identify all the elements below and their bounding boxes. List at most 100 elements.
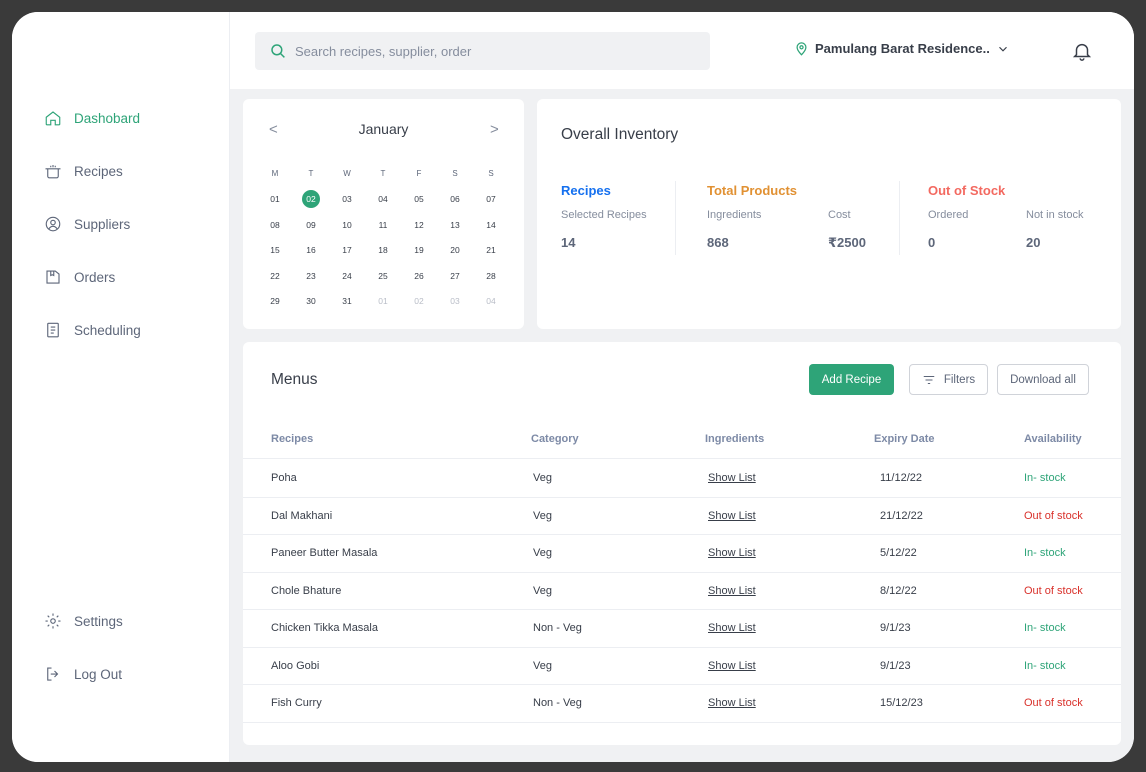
calendar-day[interactable]: 01: [257, 189, 293, 209]
sidebar-item-dashboard[interactable]: Dashobard: [44, 106, 140, 130]
calendar-day[interactable]: 03: [329, 189, 365, 209]
column-header-ingredients[interactable]: Ingredients: [705, 433, 764, 445]
sidebar-item-scheduling[interactable]: Scheduling: [44, 318, 141, 342]
day-number: 02: [302, 190, 320, 209]
calendar-day[interactable]: 02: [293, 189, 329, 209]
search-bar[interactable]: [255, 32, 710, 70]
add-recipe-button[interactable]: Add Recipe: [809, 364, 894, 395]
availability-status: Out of stock: [1024, 697, 1083, 709]
column-header-availability[interactable]: Availability: [1024, 433, 1082, 445]
availability-status: Out of stock: [1024, 584, 1083, 597]
expiry-date: 15/12/23: [880, 697, 923, 709]
calendar-day[interactable]: 19: [401, 240, 437, 260]
calendar-day[interactable]: 14: [473, 215, 509, 235]
sidebar-item-recipes[interactable]: Recipes: [44, 159, 123, 183]
show-list-link[interactable]: Show List: [708, 585, 756, 597]
calendar-day[interactable]: 16: [293, 240, 329, 260]
calendar-day[interactable]: 05: [401, 189, 437, 209]
top-bar: Pamulang Barat Residence..: [230, 12, 1134, 89]
show-list-link[interactable]: Show List: [708, 510, 756, 522]
calendar-day[interactable]: 04: [365, 189, 401, 209]
availability-status: In- stock: [1024, 547, 1066, 559]
sidebar-item-settings[interactable]: Settings: [44, 609, 123, 633]
table-row[interactable]: Aloo Gobi Veg Show List 9/1/23 In- stock: [243, 648, 1121, 685]
calendar-day[interactable]: 09: [293, 215, 329, 235]
expiry-date: 21/12/22: [880, 509, 923, 522]
calendar-day[interactable]: 10: [329, 215, 365, 235]
table-row[interactable]: Poha Veg Show List 11/12/22 In- stock: [243, 460, 1121, 498]
calendar-card: < January > M T W T F S S 01 02 03 04 05 06 07 08 09 10 1…: [243, 99, 524, 329]
calendar-day[interactable]: 08: [257, 215, 293, 235]
download-all-button[interactable]: Download all: [997, 364, 1089, 395]
day-number: 30: [306, 296, 316, 307]
availability-status: In- stock: [1024, 622, 1066, 634]
expiry-date: 8/12/22: [880, 584, 917, 597]
day-number: 02: [414, 296, 424, 307]
table-row[interactable]: Dal Makhani Veg Show List 21/12/22 Out o…: [243, 498, 1121, 535]
main-content: Pamulang Barat Residence.. < January > M…: [230, 12, 1134, 762]
table-row[interactable]: Fish Curry Non - Veg Show List 15/12/23 …: [243, 685, 1121, 723]
expiry-date: 9/1/23: [880, 622, 911, 634]
calendar-day[interactable]: 29: [257, 291, 293, 311]
calendar-day[interactable]: 07: [473, 189, 509, 209]
day-number: 29: [270, 296, 280, 307]
table-row[interactable]: Paneer Butter Masala Veg Show List 5/12/…: [243, 535, 1121, 573]
table-row[interactable]: Chole Bhature Veg Show List 8/12/22 Out …: [243, 573, 1121, 610]
show-list-link[interactable]: Show List: [708, 547, 756, 559]
show-list-link[interactable]: Show List: [708, 472, 756, 484]
calendar-month: January: [358, 121, 409, 137]
calendar-day[interactable]: 06: [437, 189, 473, 209]
column-header-expiry[interactable]: Expiry Date: [874, 433, 935, 445]
calendar-day[interactable]: 30: [293, 291, 329, 311]
calendar-day[interactable]: 25: [365, 266, 401, 286]
calendar-day[interactable]: 20: [437, 240, 473, 260]
calendar-day[interactable]: 23: [293, 266, 329, 286]
pot-icon: [45, 165, 61, 179]
inventory-stock: Out of Stock Ordered 0: [928, 183, 1005, 250]
calendar-day[interactable]: 12: [401, 215, 437, 235]
calendar-day[interactable]: 13: [437, 215, 473, 235]
sidebar-item-logout[interactable]: Log Out: [44, 662, 122, 686]
calendar-day[interactable]: 17: [329, 240, 365, 260]
notifications-button[interactable]: [1071, 40, 1093, 62]
day-number: 16: [306, 245, 316, 256]
day-number: 03: [450, 296, 460, 307]
calendar-next-button[interactable]: >: [490, 121, 499, 138]
week-row: 22 23 24 25 26 27 28: [257, 263, 509, 289]
table-row[interactable]: Chicken Tikka Masala Non - Veg Show List…: [243, 610, 1121, 648]
calendar-day[interactable]: 01: [365, 291, 401, 311]
calendar-day[interactable]: 28: [473, 266, 509, 286]
location-selector[interactable]: Pamulang Barat Residence..: [794, 41, 1010, 56]
calendar-day[interactable]: 18: [365, 240, 401, 260]
column-header-category[interactable]: Category: [531, 433, 579, 445]
calendar-day[interactable]: 26: [401, 266, 437, 286]
sidebar-item-label: Scheduling: [74, 322, 141, 338]
day-number: 06: [450, 194, 460, 205]
calendar-day[interactable]: 31: [329, 291, 365, 311]
inventory-products: Total Products Ingredients 868: [707, 183, 798, 250]
products-heading: Total Products: [707, 183, 798, 198]
column-header-recipes[interactable]: Recipes: [271, 433, 313, 445]
day-number: 15: [270, 245, 280, 256]
calendar-day[interactable]: 15: [257, 240, 293, 260]
show-list-link[interactable]: Show List: [708, 622, 756, 634]
calendar-day[interactable]: 11: [365, 215, 401, 235]
day-number: 01: [270, 194, 280, 205]
calendar-day[interactable]: 04: [473, 291, 509, 311]
show-list-link[interactable]: Show List: [708, 697, 756, 709]
sidebar: Dashobard Recipes Suppliers Orders Sched…: [12, 12, 230, 762]
sidebar-item-orders[interactable]: Orders: [44, 265, 115, 289]
calendar-day[interactable]: 24: [329, 266, 365, 286]
show-list-link[interactable]: Show List: [708, 660, 756, 672]
sidebar-item-suppliers[interactable]: Suppliers: [44, 212, 130, 236]
filters-button[interactable]: Filters: [909, 364, 988, 395]
search-input[interactable]: [295, 43, 675, 59]
sidebar-item-label: Log Out: [74, 666, 123, 682]
calendar-day[interactable]: 22: [257, 266, 293, 286]
calendar-day[interactable]: 21: [473, 240, 509, 260]
box-icon: [46, 270, 60, 284]
expiry-date: 9/1/23: [880, 659, 911, 672]
calendar-day[interactable]: 27: [437, 266, 473, 286]
calendar-day[interactable]: 03: [437, 291, 473, 311]
calendar-day[interactable]: 02: [401, 291, 437, 311]
